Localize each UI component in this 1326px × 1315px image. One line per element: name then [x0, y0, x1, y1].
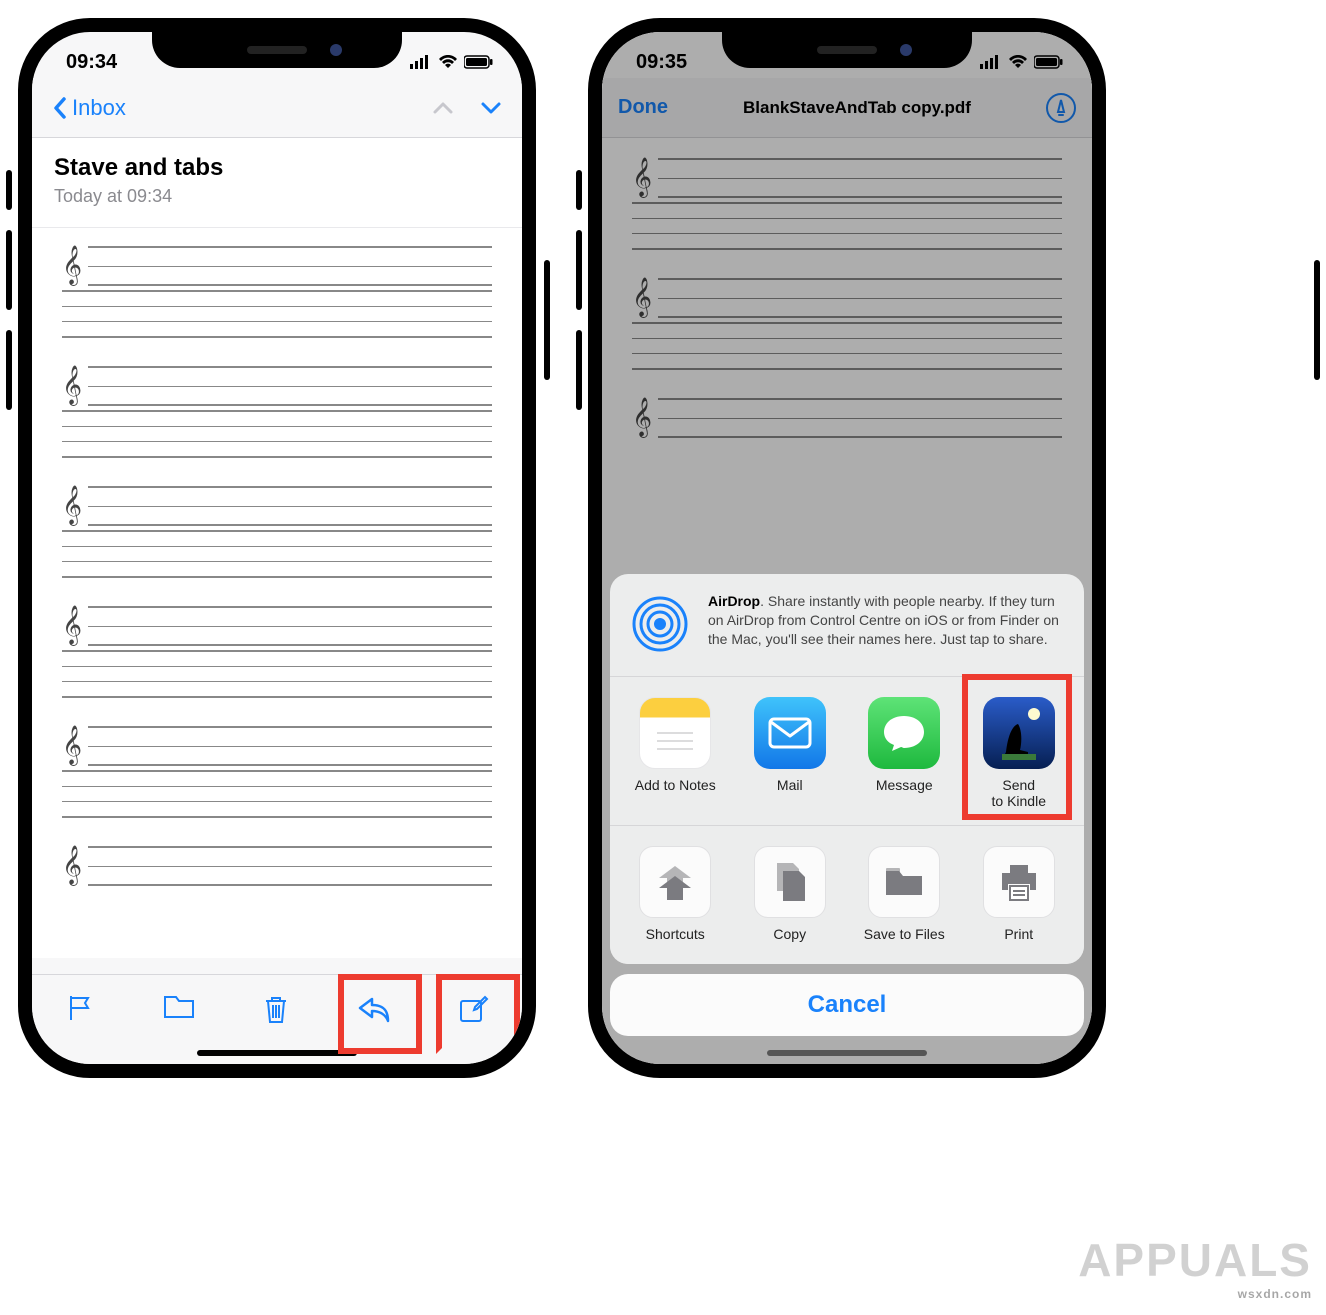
- share-app-label: Mail: [777, 777, 803, 793]
- home-indicator[interactable]: [197, 1050, 357, 1056]
- mail-navbar: Inbox: [32, 78, 522, 138]
- status-indicators: [410, 55, 494, 69]
- share-action-copy[interactable]: Copy: [738, 846, 842, 942]
- callout-compose: [436, 974, 520, 1054]
- share-app-label: Add to Notes: [635, 777, 716, 793]
- airdrop-icon: [628, 592, 692, 656]
- share-action-shortcuts[interactable]: Shortcuts: [623, 846, 727, 942]
- message-icon: [881, 712, 927, 754]
- wifi-icon: [438, 55, 458, 69]
- shortcuts-icon: [655, 862, 695, 902]
- folder-icon: [883, 865, 925, 899]
- mail-timestamp: Today at 09:34: [54, 186, 500, 207]
- copy-icon: [771, 861, 809, 903]
- mail-subject: Stave and tabs: [54, 154, 500, 182]
- phone-left-mail: 09:34 Inbox Stave and tabs Today at 09:3…: [18, 18, 536, 1078]
- status-time: 09:34: [66, 51, 117, 74]
- share-app-label: Message: [876, 777, 933, 793]
- flag-button[interactable]: [65, 993, 97, 1023]
- mail-body: 𝄞 𝄞 𝄞 𝄞 𝄞 𝄞: [32, 228, 522, 958]
- next-message-button[interactable]: [480, 100, 502, 116]
- share-action-label: Print: [1004, 926, 1033, 942]
- mail-icon: [767, 716, 813, 750]
- airdrop-section[interactable]: AirDrop. Share instantly with people nea…: [610, 574, 1084, 677]
- move-button[interactable]: [162, 993, 196, 1021]
- share-app-mail[interactable]: Mail: [738, 697, 842, 809]
- share-action-savefiles[interactable]: Save to Files: [852, 846, 956, 942]
- notes-icon: [653, 727, 697, 757]
- home-indicator[interactable]: [767, 1050, 927, 1056]
- print-icon: [998, 862, 1040, 902]
- trash-button[interactable]: [262, 993, 290, 1025]
- phone-right-share: 09:35 Done BlankStaveAndTab copy.pdf 𝄞 𝄞…: [588, 18, 1106, 1078]
- callout-reply: [338, 974, 422, 1054]
- share-actions-row[interactable]: Shortcuts Copy Save to Files Print: [610, 826, 1084, 964]
- airdrop-text: AirDrop. Share instantly with people nea…: [708, 592, 1066, 656]
- cellular-icon: [410, 55, 432, 69]
- share-action-label: Save to Files: [864, 926, 945, 942]
- attachment-preview: 𝄞 𝄞 𝄞 𝄞 𝄞 𝄞: [62, 246, 492, 886]
- notch: [722, 32, 972, 68]
- share-app-message[interactable]: Message: [852, 697, 956, 809]
- share-action-print[interactable]: Print: [967, 846, 1071, 942]
- battery-icon: [464, 55, 494, 69]
- share-app-notes[interactable]: Add to Notes: [623, 697, 727, 809]
- mail-header: Stave and tabs Today at 09:34: [32, 138, 522, 228]
- share-action-label: Copy: [773, 926, 806, 942]
- cancel-button[interactable]: Cancel: [610, 974, 1084, 1036]
- callout-print: [962, 674, 1072, 820]
- notch: [152, 32, 402, 68]
- back-label: Inbox: [72, 95, 126, 121]
- prev-message-button[interactable]: [432, 100, 454, 116]
- back-to-inbox-button[interactable]: Inbox: [52, 95, 126, 121]
- watermark: APPUALS wsxdn.com: [1078, 1233, 1312, 1301]
- share-action-label: Shortcuts: [646, 926, 705, 942]
